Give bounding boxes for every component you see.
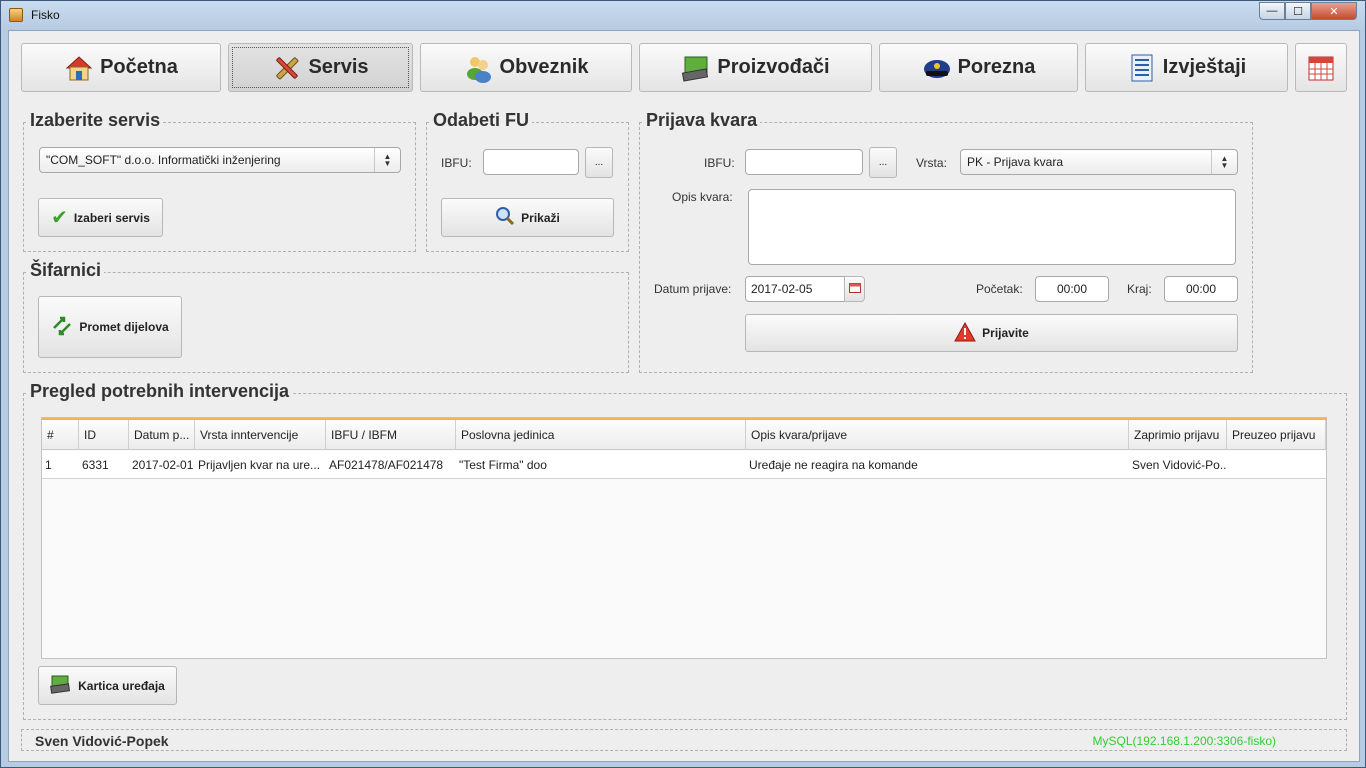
nav-porezna-button[interactable]: Porezna xyxy=(879,43,1078,92)
prijava-kvara-title: Prijava kvara xyxy=(643,110,761,131)
prijavite-button[interactable]: Prijavite xyxy=(745,314,1238,352)
pregled-title: Pregled potrebnih intervencija xyxy=(27,381,293,402)
nav-izvjestaji-label: Izvještaji xyxy=(1162,56,1247,78)
izaberi-servis-button[interactable]: ✔ Izaberi servis xyxy=(38,198,163,237)
vrsta-select[interactable]: PK - Prijava kvara ▲ ▼ xyxy=(960,149,1238,175)
report-icon xyxy=(1127,53,1157,83)
servis-select-value: "COM_SOFT" d.o.o. Informatički inženjeri… xyxy=(46,153,281,167)
nav-pocetna-label: Početna xyxy=(100,56,178,78)
nav-pocetna-button[interactable]: Početna xyxy=(21,43,221,92)
nav-servis-button[interactable]: Servis xyxy=(228,43,413,92)
nav-izvjestaji-button[interactable]: Izvještaji xyxy=(1085,43,1288,92)
odabeti-fu-title: Odabeti FU xyxy=(430,110,533,131)
kartica-uredaja-button[interactable]: Kartica uređaja xyxy=(38,666,177,705)
users-icon xyxy=(464,53,494,83)
fu-ibfu-label: IBFU: xyxy=(441,156,472,170)
prikazi-button[interactable]: Prikaži xyxy=(441,198,614,237)
prikazi-label: Prikaži xyxy=(521,210,560,225)
table-cell: 2017-02-01 xyxy=(132,458,194,472)
table-row[interactable]: 1 6331 2017-02-01 Prijavljen kvar na ure… xyxy=(42,451,1326,479)
minimize-button[interactable]: — xyxy=(1259,2,1285,20)
application-window: Fisko — ☐ ✕ Početna Servis Obveznik Proi… xyxy=(0,0,1366,768)
close-button[interactable]: ✕ xyxy=(1311,2,1357,20)
izaberite-servis-title: Izaberite servis xyxy=(27,110,164,131)
vrsta-select-value: PK - Prijava kvara xyxy=(967,155,1064,169)
device-icon xyxy=(50,674,72,697)
nav-proizvodaci-label: Proizvođači xyxy=(717,56,830,78)
prijavite-label: Prijavite xyxy=(982,326,1029,340)
house-icon xyxy=(64,53,94,83)
kartica-uredaja-label: Kartica uređaja xyxy=(78,678,165,693)
table-cell: Sven Vidović-Po... xyxy=(1132,458,1227,472)
column-header[interactable]: # xyxy=(42,420,79,450)
datum-prijave-label: Datum prijave: xyxy=(654,282,732,296)
pocetak-label: Početak: xyxy=(976,282,1023,296)
fu-ibfu-input[interactable] xyxy=(483,149,579,175)
opis-kvara-label: Opis kvara: xyxy=(672,190,733,204)
logged-user: Sven Vidović-Popek xyxy=(35,733,169,749)
servis-select[interactable]: "COM_SOFT" d.o.o. Informatički inženjeri… xyxy=(39,147,401,173)
nav-proizvodaci-button[interactable]: Proizvođači xyxy=(639,43,872,92)
status-bar: Sven Vidović-Popek MySQL(192.168.1.200:3… xyxy=(21,729,1347,751)
warning-icon xyxy=(954,321,976,345)
calendar-button[interactable] xyxy=(1295,43,1347,92)
table-cell: Prijavljen kvar na ure... xyxy=(198,458,321,472)
pk-ibfu-input[interactable] xyxy=(745,149,863,175)
table-cell: Uređaje ne reagira na komande xyxy=(749,458,918,472)
tools-icon xyxy=(272,53,302,83)
nav-obveznik-label: Obveznik xyxy=(499,56,589,78)
fu-ibfu-browse-button[interactable]: ... xyxy=(585,147,613,178)
main-panel: Početna Servis Obveznik Proizvođači Pore… xyxy=(8,30,1360,762)
table-cell: "Test Firma" doo xyxy=(459,458,547,472)
opis-kvara-textarea[interactable] xyxy=(748,189,1236,265)
table-cell xyxy=(1227,451,1326,479)
promet-dijelova-button[interactable]: Promet dijelova xyxy=(38,296,182,358)
date-picker-button[interactable] xyxy=(844,276,865,302)
small-calendar-icon xyxy=(848,282,861,296)
db-connection: MySQL(192.168.1.200:3306-fisko) xyxy=(1092,734,1276,748)
column-header[interactable]: Poslovna jedinica xyxy=(456,420,746,450)
datum-prijave-input[interactable]: 2017-02-05 xyxy=(745,276,845,302)
column-header[interactable]: Datum p... xyxy=(129,420,195,450)
select-arrows-icon: ▲ ▼ xyxy=(374,148,400,172)
sifarnici-title: Šifarnici xyxy=(27,260,105,281)
table-header: # ID Datum p... Vrsta inntervencije IBFU… xyxy=(42,418,1326,450)
column-header[interactable]: Zaprimio prijavu xyxy=(1129,420,1227,450)
nav-servis-label: Servis xyxy=(308,56,369,78)
column-header[interactable]: ID xyxy=(79,420,129,450)
pocetak-input[interactable]: 00:00 xyxy=(1035,276,1109,302)
select-arrows-icon: ▲ ▼ xyxy=(1211,150,1237,174)
officer-cap-icon xyxy=(922,53,952,83)
kraj-input[interactable]: 00:00 xyxy=(1164,276,1238,302)
pk-ibfu-browse-button[interactable]: ... xyxy=(869,147,897,178)
pk-ibfu-label: IBFU: xyxy=(704,156,735,170)
exchange-arrows-icon xyxy=(51,315,73,340)
vrsta-label: Vrsta: xyxy=(916,156,947,170)
magnifier-icon xyxy=(495,206,515,229)
checkmark-icon: ✔ xyxy=(51,207,68,229)
kraj-label: Kraj: xyxy=(1127,282,1152,296)
maximize-button[interactable]: ☐ xyxy=(1285,2,1311,20)
interventions-table[interactable]: # ID Datum p... Vrsta inntervencije IBFU… xyxy=(41,417,1327,659)
column-header[interactable]: IBFU / IBFM xyxy=(326,420,456,450)
column-header[interactable]: Preuzeo prijavu xyxy=(1227,420,1326,450)
nav-porezna-label: Porezna xyxy=(957,56,1036,78)
column-header[interactable]: Opis kvara/prijave xyxy=(746,420,1129,450)
table-cell: AF021478/AF021478 xyxy=(329,458,444,472)
izaberi-servis-label: Izaberi servis xyxy=(73,210,150,225)
nav-obveznik-button[interactable]: Obveznik xyxy=(420,43,632,92)
java-app-icon xyxy=(9,8,23,22)
title-bar[interactable]: Fisko — ☐ ✕ xyxy=(1,1,1365,29)
promet-dijelova-label: Promet dijelova xyxy=(79,320,169,334)
factory-icon xyxy=(681,53,711,83)
table-cell: 6331 xyxy=(82,458,109,472)
table-cell: 1 xyxy=(45,458,52,472)
calendar-icon xyxy=(1306,53,1336,83)
column-header[interactable]: Vrsta inntervencije xyxy=(195,420,326,450)
window-title: Fisko xyxy=(31,8,60,22)
